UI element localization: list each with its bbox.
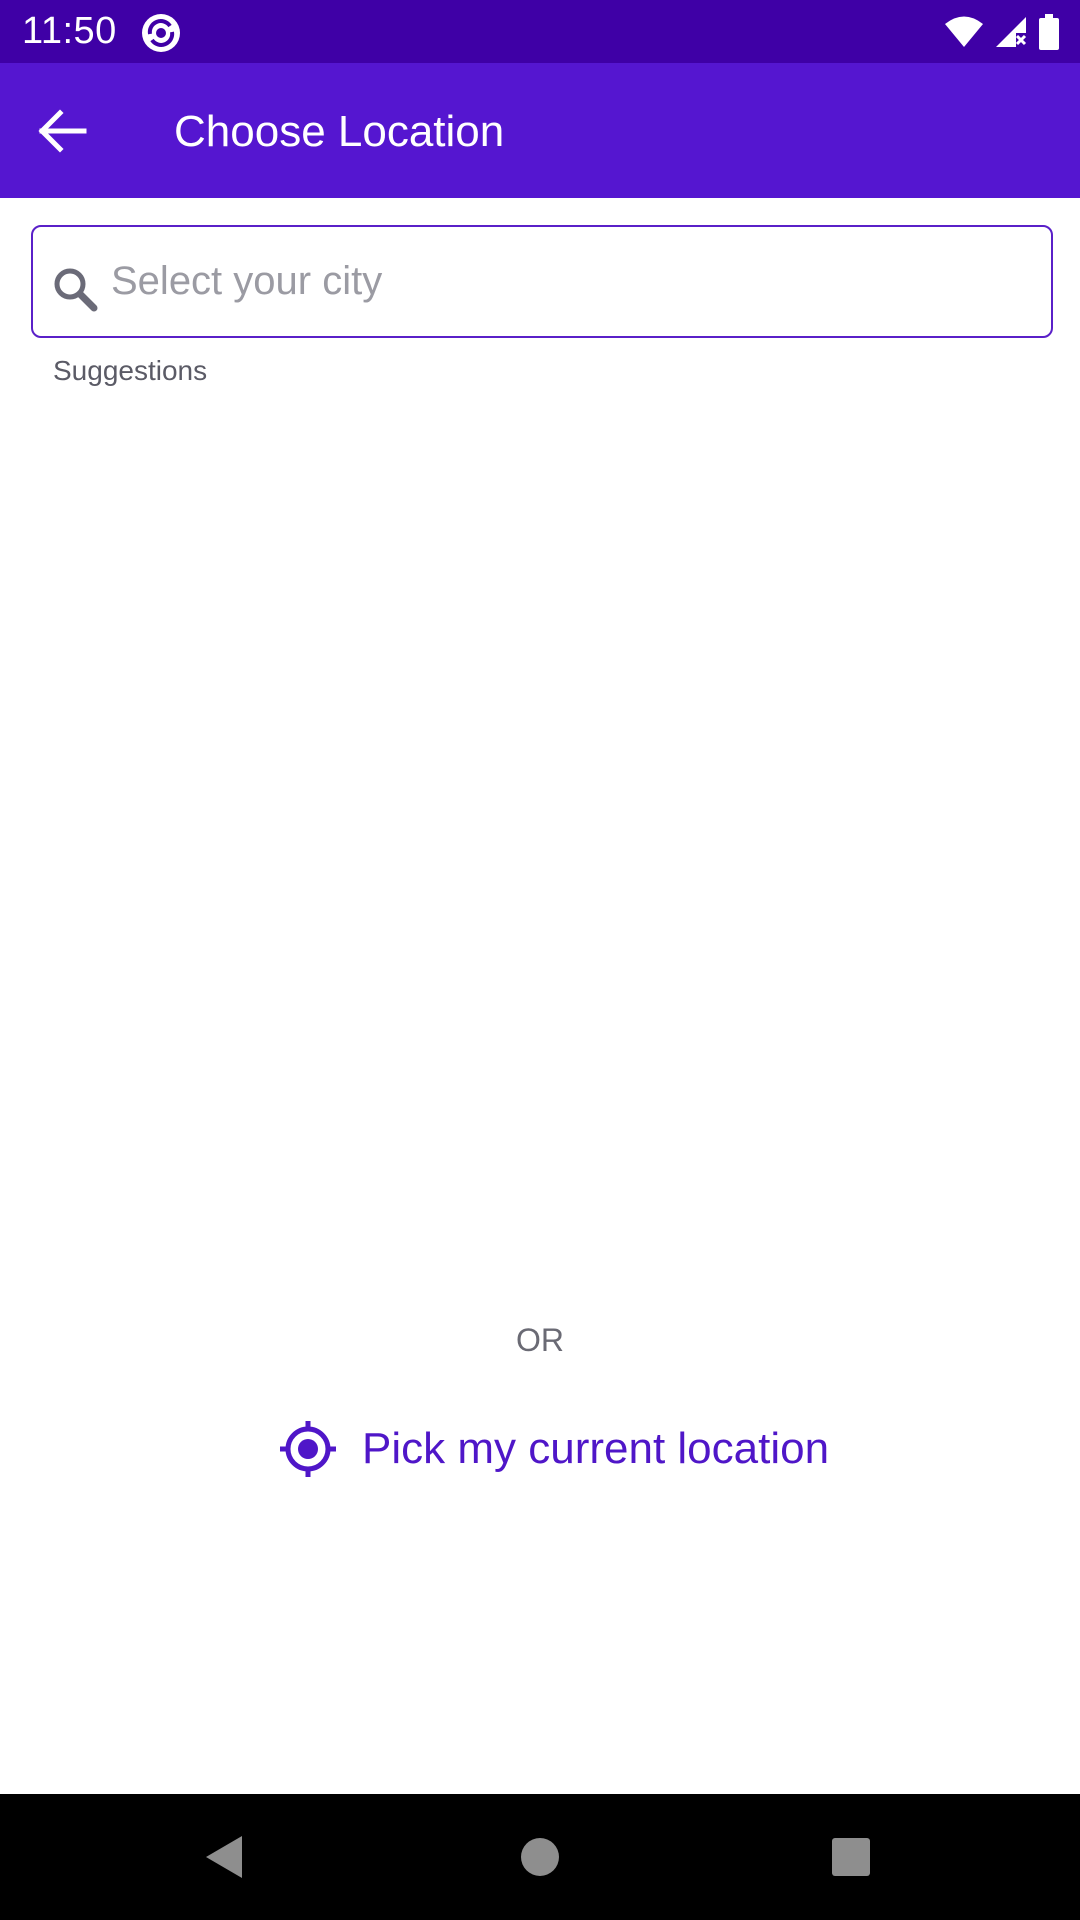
status-time: 11:50 [22, 10, 117, 52]
wifi-icon [945, 16, 983, 47]
nav-home-button[interactable] [507, 1824, 573, 1890]
arrow-left-icon [38, 109, 87, 153]
nav-recents-button[interactable] [818, 1824, 884, 1890]
status-icons [944, 12, 1060, 52]
nav-back-button[interactable] [192, 1824, 258, 1890]
sync-app-icon [142, 14, 180, 52]
back-triangle-icon [206, 1836, 242, 1878]
app-bar: Choose Location [0, 63, 1080, 198]
recents-square-icon [832, 1838, 870, 1876]
home-circle-icon [521, 1838, 559, 1876]
battery-icon [1039, 14, 1059, 50]
search-icon [54, 268, 98, 312]
or-divider: OR [516, 1322, 564, 1358]
back-button[interactable] [20, 89, 104, 173]
suggestions-list [31, 400, 1053, 1300]
system-nav-bar [0, 1794, 1080, 1920]
page-title: Choose Location [174, 107, 505, 156]
cellular-no-data-icon [996, 17, 1027, 47]
pick-current-location-button[interactable]: Pick my current location [278, 1410, 829, 1488]
status-bar: 11:50 [0, 0, 1080, 63]
suggestions-label: Suggestions [53, 355, 208, 386]
city-search-box[interactable] [31, 225, 1053, 338]
gps-target-icon [280, 1421, 336, 1477]
city-search-input[interactable] [111, 245, 1031, 317]
pick-current-location-label: Pick my current location [362, 1424, 830, 1473]
